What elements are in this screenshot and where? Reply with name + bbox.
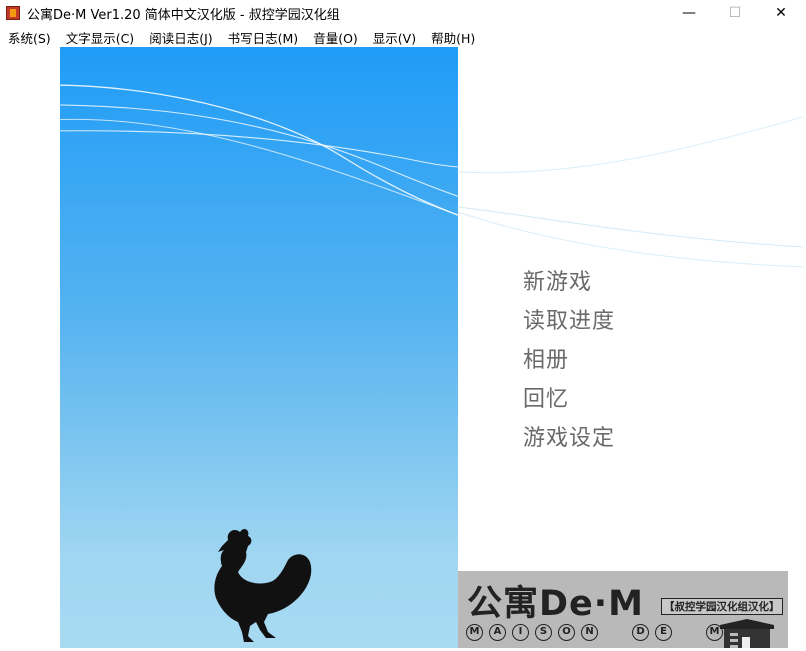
title-menu: 新游戏 读取进度 相册 回忆 游戏设定 <box>523 263 615 458</box>
maximize-button[interactable]: ☐ <box>712 0 758 26</box>
logo-letter: D <box>632 624 649 641</box>
menu-bar: 系统(S) 文字显示(C) 阅读日志(J) 书写日志(M) 音量(O) 显示(V… <box>0 26 806 46</box>
logo-letter: I <box>512 624 529 641</box>
menu-display[interactable]: 显示(V) <box>365 26 423 46</box>
logo-title: 公寓De·M <box>467 584 644 624</box>
menu-write-log[interactable]: 书写日志(M) <box>220 26 306 46</box>
game-logo: 公寓De·M 【叔控学园汉化组汉化】 M A I S O N D E M <box>458 571 788 648</box>
menu-read-log[interactable]: 阅读日志(J) <box>141 26 219 46</box>
menu-system[interactable]: 系统(S) <box>0 26 58 46</box>
album-option[interactable]: 相册 <box>523 341 615 380</box>
wave-lines <box>3 84 803 283</box>
game-screen: 新游戏 读取进度 相册 回忆 游戏设定 公寓De·M 【叔控学园汉化组汉化】 M… <box>3 47 803 648</box>
house-icon <box>720 619 774 648</box>
logo-credit: 【叔控学园汉化组汉化】 <box>661 598 783 615</box>
close-button[interactable]: ✕ <box>758 0 804 26</box>
logo-letter: E <box>655 624 672 641</box>
title-bar: 公寓De·M Ver1.20 简体中文汉化版 - 叔控学园汉化组 — ☐ ✕ <box>0 0 806 26</box>
game-settings-option[interactable]: 游戏设定 <box>523 419 615 458</box>
menu-text-display[interactable]: 文字显示(C) <box>58 26 141 46</box>
logo-maison-de-m: M A I S O N D E M <box>466 624 729 641</box>
logo-letter: O <box>558 624 575 641</box>
recollection-option[interactable]: 回忆 <box>523 380 615 419</box>
app-icon[interactable] <box>6 6 20 20</box>
load-game-option[interactable]: 读取进度 <box>523 302 615 341</box>
menu-help[interactable]: 帮助(H) <box>423 26 482 46</box>
logo-letter: M <box>466 624 483 641</box>
new-game-option[interactable]: 新游戏 <box>523 263 615 302</box>
logo-letter: S <box>535 624 552 641</box>
logo-letter: N <box>581 624 598 641</box>
menu-volume[interactable]: 音量(O) <box>305 26 365 46</box>
rooster-silhouette <box>214 529 312 642</box>
minimize-button[interactable]: — <box>666 0 712 26</box>
logo-letter: A <box>489 624 506 641</box>
window-title: 公寓De·M Ver1.20 简体中文汉化版 - 叔控学园汉化组 <box>27 8 340 23</box>
